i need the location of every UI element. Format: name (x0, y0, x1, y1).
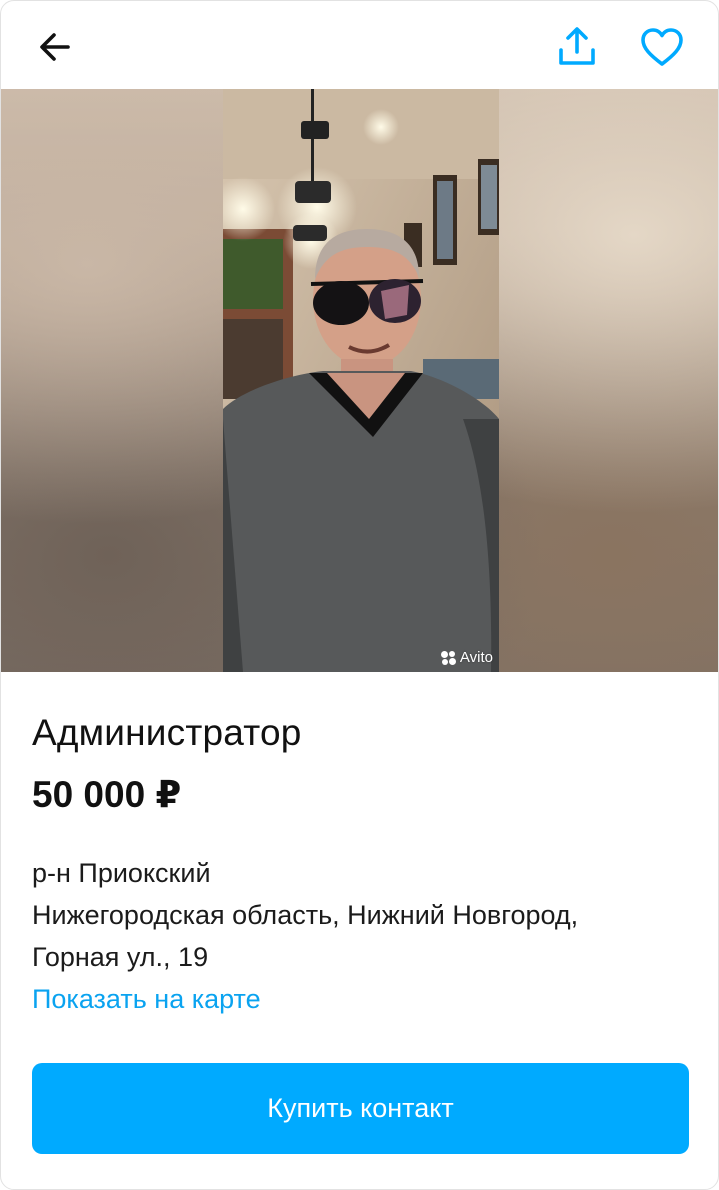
listing-title: Администратор (32, 712, 302, 753)
share-upload-icon (559, 27, 595, 65)
favorite-button[interactable] (637, 23, 687, 71)
arrow-left-icon (40, 33, 70, 61)
avito-watermark: Avito (440, 649, 493, 666)
buy-contact-button[interactable]: Купить контакт (32, 1063, 689, 1154)
address-line-1: Нижегородская область, Нижний Новгород, (32, 900, 579, 930)
top-bar (1, 1, 718, 89)
photo-gallery[interactable]: Avito (1, 89, 718, 672)
watermark-text: Avito (459, 649, 493, 666)
person-photo-illustration (223, 89, 499, 672)
avito-logo-icon (440, 650, 457, 665)
back-button[interactable] (33, 25, 77, 69)
listing-screen: Avito Администратор 50 000 ₽ р-н Приокск… (0, 0, 719, 1190)
show-on-map-link[interactable]: Показать на карте (32, 978, 578, 1020)
district: р-н Приокский (32, 858, 211, 888)
share-button[interactable] (553, 23, 601, 71)
listing-address: р-н Приокский Нижегородская область, Ниж… (32, 852, 578, 1020)
listing-price: 50 000 ₽ (32, 774, 182, 815)
heart-outline-icon (641, 28, 683, 66)
listing-photo[interactable]: Avito (223, 89, 499, 672)
address-line-2: Горная ул., 19 (32, 942, 209, 972)
